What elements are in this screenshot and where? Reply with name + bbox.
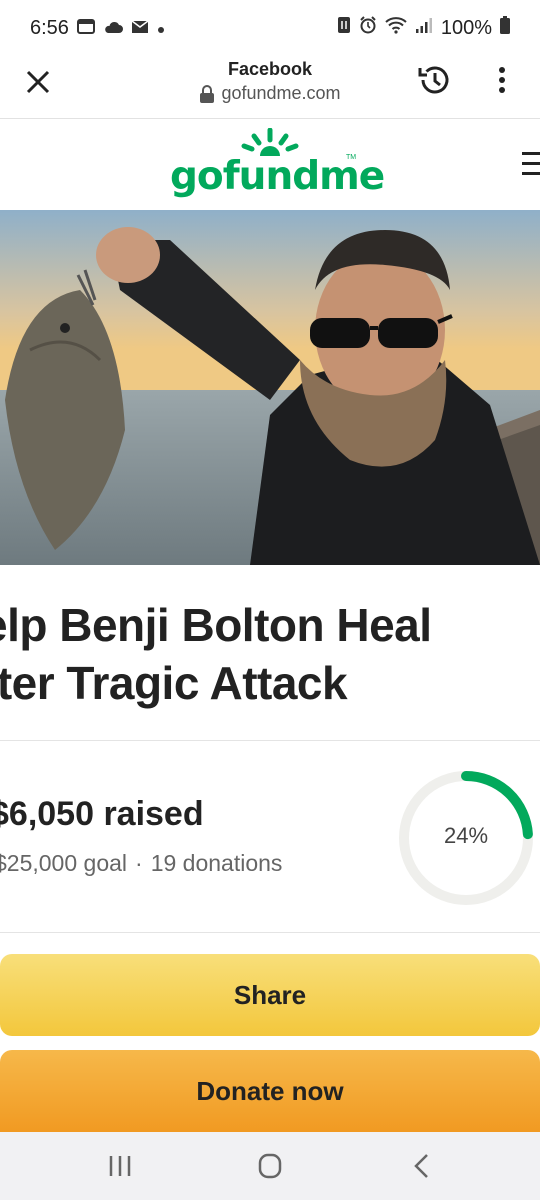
progress-percent: 24% — [443, 823, 489, 848]
campaign-photo — [0, 210, 540, 565]
lock-icon — [200, 84, 215, 103]
hamburger-line — [522, 162, 540, 165]
nfc-icon — [337, 16, 351, 40]
amount-raised: $6,050 raised — [0, 795, 204, 833]
recent-apps-button[interactable] — [100, 1150, 140, 1182]
hamburger-line — [522, 152, 540, 155]
signal-icon — [415, 16, 433, 40]
divider — [0, 932, 540, 933]
mail-icon — [131, 17, 149, 40]
divider — [0, 740, 540, 741]
more-icon — [499, 67, 505, 93]
home-button[interactable] — [250, 1150, 290, 1182]
campaign-title-line2: fter Tragic Attack — [0, 657, 348, 709]
wifi-icon — [385, 16, 407, 40]
alarm-icon — [359, 16, 377, 40]
campaign-title: elp Benji Bolton Heal fter Tragic Attack — [0, 596, 540, 712]
goal-and-donations: $25,000 goal · 19 donations — [0, 850, 282, 877]
browser-title: Facebook — [227, 59, 313, 79]
goal-amount: $25,000 goal — [0, 850, 128, 876]
close-icon — [26, 70, 50, 94]
donate-now-button[interactable]: Donate now — [0, 1050, 540, 1132]
gofundme-logo[interactable]: gofundme TM — [170, 128, 385, 208]
dot-icon — [157, 17, 165, 40]
browser-toolbar: Facebook gofundme.com — [0, 56, 540, 119]
browser-url[interactable]: gofundme.com — [140, 83, 400, 104]
campaign-title-line1: elp Benji Bolton Heal — [0, 599, 432, 651]
browser-title-block: Facebook gofundme.com — [140, 58, 400, 104]
site-header: gofundme TM — [0, 118, 540, 210]
back-icon — [414, 1154, 428, 1178]
calendar-icon — [76, 17, 95, 40]
browser-url-text: gofundme.com — [221, 83, 341, 103]
back-button[interactable] — [403, 1150, 443, 1182]
battery-percent: 100% — [440, 16, 492, 39]
logo-trademark: TM — [346, 154, 357, 161]
status-time: 6:56 — [30, 16, 69, 39]
history-button[interactable] — [415, 60, 455, 100]
status-bar: 6:56 100% — [0, 0, 540, 56]
recent-apps-icon — [109, 1156, 131, 1176]
donation-count[interactable]: 19 donations — [151, 850, 283, 876]
separator-dot: · — [135, 850, 143, 876]
cloud-icon — [103, 17, 123, 40]
battery-icon — [500, 16, 510, 40]
menu-button[interactable] — [522, 152, 540, 182]
share-button[interactable]: Share — [0, 954, 540, 1036]
system-nav-bar — [0, 1132, 540, 1200]
close-button[interactable] — [20, 64, 56, 100]
hamburger-line — [522, 172, 540, 175]
home-icon — [258, 1153, 282, 1179]
more-options-button[interactable] — [490, 64, 514, 100]
history-icon — [418, 66, 449, 94]
